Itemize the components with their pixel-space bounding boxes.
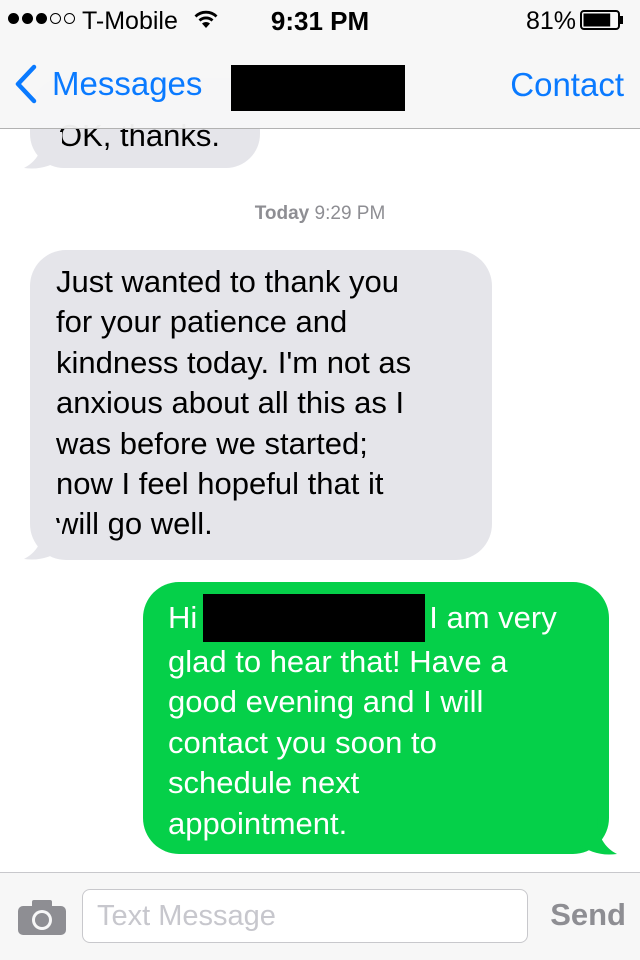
message-line: appointment.: [168, 805, 348, 841]
bubble-tail-icon: [579, 818, 617, 855]
back-label: Messages: [52, 65, 203, 102]
timestamp-time: 9:29 PM: [314, 203, 386, 224]
status-bar: T-Mobile 9:31 PM 81%: [0, 0, 640, 40]
message-line: contact you soon to: [168, 724, 437, 760]
bubble-tail-icon: [24, 132, 62, 169]
message-line: anxious about all this as I: [56, 385, 405, 421]
message-line: kindness today. I'm not as: [56, 344, 412, 380]
message-line: will go well.: [56, 506, 213, 542]
message-bubble-outgoing[interactable]: Hi I am very glad to hear that! Have a go…: [143, 582, 609, 854]
message-line: Just wanted to thank you: [56, 264, 399, 299]
message-line: glad to hear that! Have a: [168, 644, 508, 679]
message-text: I am very: [429, 600, 557, 635]
message-line: now I feel hopeful that it: [56, 466, 384, 502]
message-line: was before we started;: [56, 425, 368, 461]
redacted-contact-name: [231, 65, 405, 111]
contact-button[interactable]: Contact: [510, 66, 624, 104]
send-button[interactable]: Send: [550, 897, 626, 933]
battery-icon: [580, 10, 623, 30]
message-greeting: Hi: [168, 600, 198, 635]
message-line: Hi I am very: [168, 594, 591, 642]
message-text-field[interactable]: [82, 889, 528, 943]
message-input-bar: Send: [0, 872, 640, 960]
timestamp-day: Today: [254, 203, 310, 224]
message-line: schedule next: [168, 765, 360, 801]
messages-screen: OK, thanks. Today 9:29 PM Just wanted to…: [0, 0, 640, 960]
back-button[interactable]: Messages: [14, 64, 202, 104]
message-line: good evening and I will: [168, 684, 484, 720]
timestamp: Today 9:29 PM: [0, 203, 640, 225]
redacted-name: [203, 594, 426, 642]
chevron-left-icon: [15, 64, 37, 104]
bubble-tail-icon: [24, 523, 62, 560]
conversation-view[interactable]: OK, thanks. Today 9:29 PM Just wanted to…: [0, 0, 640, 872]
camera-icon[interactable]: [16, 897, 68, 937]
message-bubble-incoming[interactable]: Just wanted to thank you for your patien…: [30, 250, 492, 560]
message-line: for your patience and: [56, 304, 348, 340]
battery-percentage: 81%: [526, 7, 577, 35]
